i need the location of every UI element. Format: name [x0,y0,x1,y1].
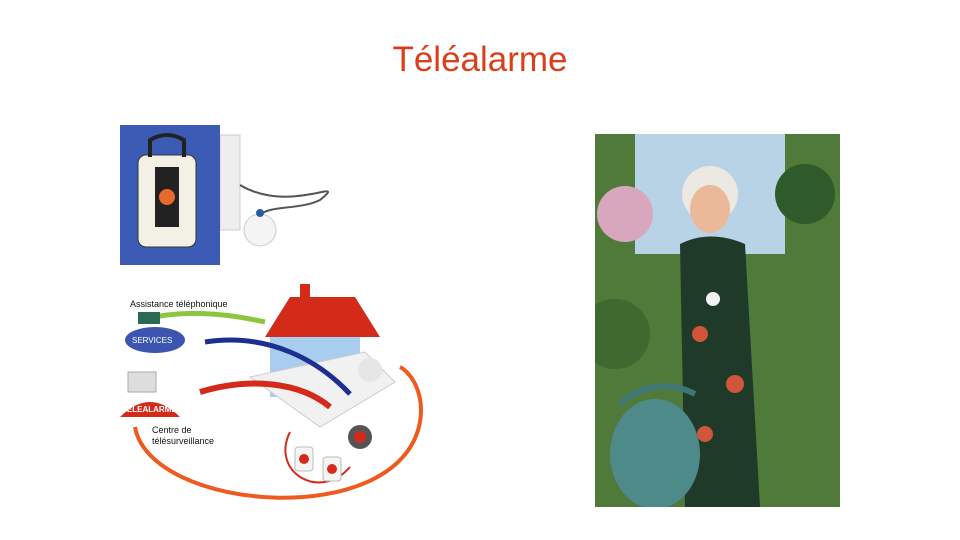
centre-label-line2: télésurveillance [152,436,215,446]
elderly-woman-photo [595,134,840,507]
alarm-device-image [120,125,329,265]
telealarm-diagram: Assistance téléphonique SERVICES TELEALA… [120,282,444,512]
diagram-graphics [120,284,423,500]
telealarme-label: TELEALARME [122,405,177,414]
centre-label-line1: Centre de [152,425,192,435]
services-label: SERVICES [132,336,173,345]
assistance-label: Assistance téléphonique [130,299,228,309]
slide-title: Téléalarme [392,40,568,79]
